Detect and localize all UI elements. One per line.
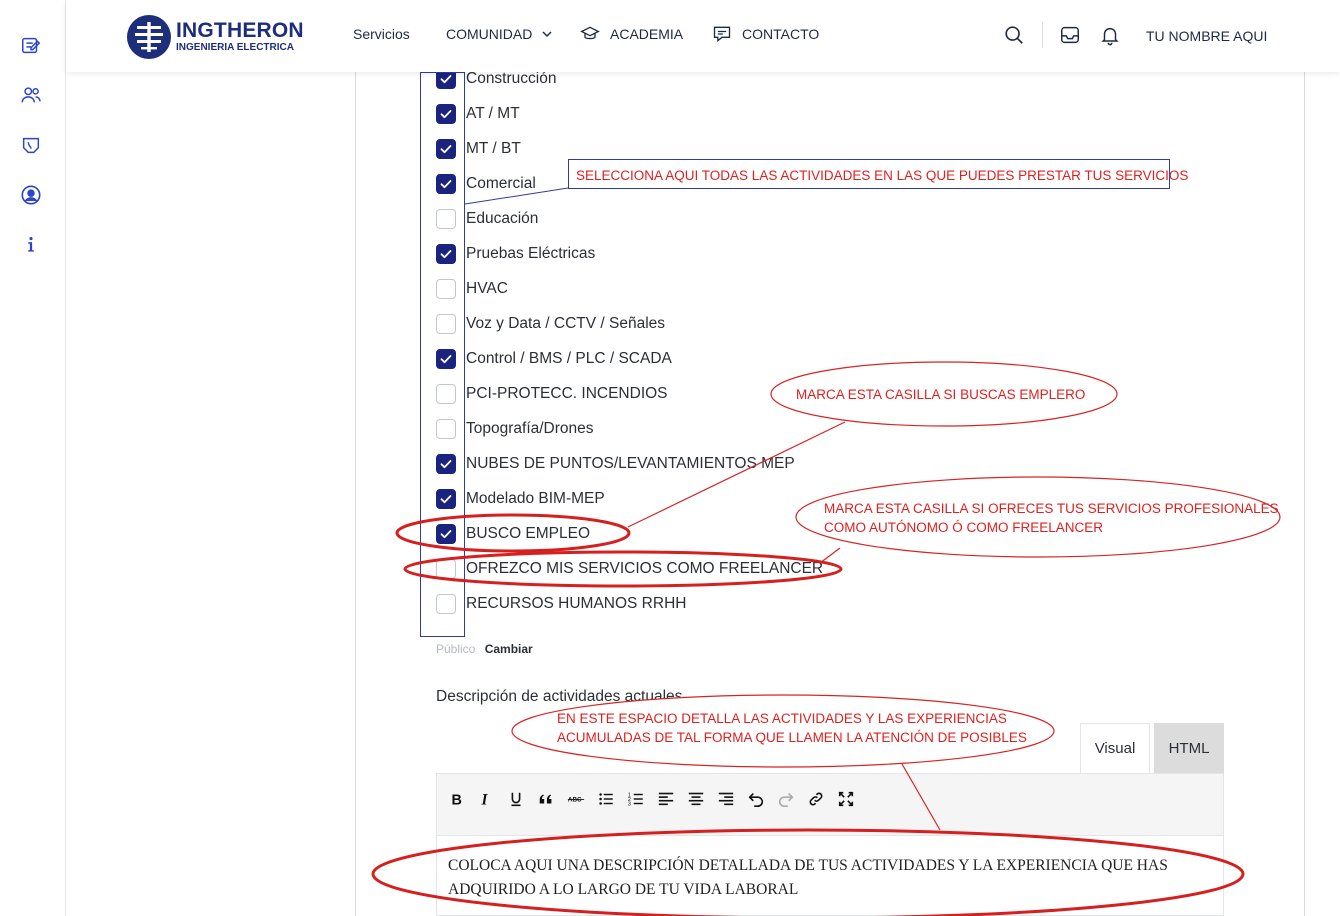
align-center-icon[interactable] xyxy=(685,788,707,810)
activity-label: NUBES DE PUNTOS/LEVANTAMIENTOS MEP xyxy=(466,455,795,472)
inbox-icon[interactable] xyxy=(1059,24,1081,46)
activity-label: Voz y Data / CCTV / Señales xyxy=(466,315,666,332)
header-divider xyxy=(1042,22,1043,48)
align-right-icon[interactable] xyxy=(715,788,737,810)
editor-content[interactable]: COLOCA AQUI UNA DESCRIPCIÓN DETALLADA DE… xyxy=(448,854,1218,902)
link-icon[interactable] xyxy=(805,788,827,810)
activity-label: OFREZCO MIS SERVICIOS COMO FREELANCER xyxy=(466,560,824,577)
activity-option[interactable]: PCI-PROTECC. INCENDIOS xyxy=(436,383,668,405)
activity-label: RECURSOS HUMANOS RRHH xyxy=(466,595,687,612)
redo-icon[interactable] xyxy=(775,788,797,810)
nav-servicios[interactable]: Servicios xyxy=(353,26,410,42)
user-circle-icon[interactable] xyxy=(19,183,43,207)
strikethrough-icon[interactable]: ABC xyxy=(565,788,587,810)
activity-label: MT / BT xyxy=(466,140,521,157)
freelance-annotation-line1: MARCA ESTA CASILLA SI OFRECES TUS SERVIC… xyxy=(824,501,1279,516)
nav-contacto[interactable]: CONTACTO xyxy=(712,24,819,44)
tooth-icon[interactable] xyxy=(19,133,43,157)
fullscreen-icon[interactable] xyxy=(835,788,857,810)
activity-label: Modelado BIM-MEP xyxy=(466,490,605,507)
description-editor[interactable]: B I ABC 123 COLOCA AQUI UNA DESCRIPCIÓN … xyxy=(436,773,1224,916)
underline-icon[interactable] xyxy=(505,788,527,810)
svg-text:I: I xyxy=(481,791,489,808)
select-all-annotation: SELECCIONA AQUI TODAS LAS ACTIVIDADES EN… xyxy=(576,168,1189,183)
activity-label: Pruebas Eléctricas xyxy=(466,245,596,262)
activity-option[interactable]: OFREZCO MIS SERVICIOS COMO FREELANCER xyxy=(436,558,823,580)
logo-subtitle: INGENIERIA ELECTRICA xyxy=(176,42,294,53)
logo-mark-icon xyxy=(127,15,171,59)
numbered-list-icon[interactable]: 123 xyxy=(625,788,647,810)
detail-annotation-line2: ACUMULADAS DE TAL FORMA QUE LLAMEN LA AT… xyxy=(557,730,1027,745)
activity-label: PCI-PROTECC. INCENDIOS xyxy=(466,385,668,402)
svg-text:3: 3 xyxy=(628,801,631,807)
logo-name: INGTHERON xyxy=(176,19,304,42)
left-sidebar xyxy=(0,0,66,916)
checkbox-highlight-box xyxy=(420,72,465,637)
users-icon[interactable] xyxy=(19,83,43,107)
chat-bubble-icon xyxy=(713,26,731,43)
activity-option[interactable]: RECURSOS HUMANOS RRHH xyxy=(436,593,686,615)
tab-visual[interactable]: Visual xyxy=(1080,723,1150,773)
activity-option[interactable]: Voz y Data / CCTV / Señales xyxy=(436,313,665,335)
bullet-list-icon[interactable] xyxy=(595,788,617,810)
activity-option[interactable]: Control / BMS / PLC / SCADA xyxy=(436,348,672,370)
activity-option[interactable]: NUBES DE PUNTOS/LEVANTAMIENTOS MEP xyxy=(436,453,795,475)
job-search-annotation: MARCA ESTA CASILLA SI BUSCAS EMPLERO xyxy=(796,387,1086,402)
detail-annotation-line1: EN ESTE ESPACIO DETALLA LAS ACTIVIDADES … xyxy=(557,711,1007,726)
nav-academia-label: ACADEMIA xyxy=(610,26,684,42)
activity-label: BUSCO EMPLEO xyxy=(466,525,591,542)
nav-contacto-label: CONTACTO xyxy=(742,26,820,42)
visibility-label: Público xyxy=(436,642,476,656)
user-name[interactable]: TU NOMBRE AQUI xyxy=(1146,28,1267,44)
tab-html[interactable]: HTML xyxy=(1154,723,1224,773)
nav-comunidad[interactable]: COMUNIDAD xyxy=(446,26,553,42)
nav-servicios-label: Servicios xyxy=(353,26,410,42)
description-label: Descripción de actividades actuales... xyxy=(436,688,696,705)
nav-comunidad-label: COMUNIDAD xyxy=(446,26,533,42)
field-visibility: Público Cambiar xyxy=(436,642,533,656)
italic-icon[interactable]: I xyxy=(475,788,497,810)
nav-academia[interactable]: ACADEMIA xyxy=(580,24,683,44)
activity-label: Comercial xyxy=(466,175,536,192)
blockquote-icon[interactable] xyxy=(535,788,557,810)
change-visibility-link[interactable]: Cambiar xyxy=(485,642,533,656)
activity-label: HVAC xyxy=(466,280,508,297)
search-icon[interactable] xyxy=(1003,24,1025,46)
editor-toolbar: B I ABC 123 xyxy=(437,774,1223,836)
activity-label: Construcción xyxy=(466,70,557,87)
undo-icon[interactable] xyxy=(745,788,767,810)
activity-label: Control / BMS / PLC / SCADA xyxy=(466,350,672,367)
activity-label: AT / MT xyxy=(466,105,520,122)
activity-label: Topografía/Drones xyxy=(466,420,594,437)
activity-label: Educación xyxy=(466,210,539,227)
bell-icon[interactable] xyxy=(1099,24,1121,46)
freelance-annotation-line2: COMO AUTÓNOMO Ó COMO FREELANCER xyxy=(824,520,1104,535)
chevron-down-icon xyxy=(542,31,552,38)
brand-logo[interactable]: INGTHERON INGENIERIA ELECTRICA xyxy=(126,14,304,60)
bold-icon[interactable]: B xyxy=(445,788,467,810)
top-header: INGTHERON INGENIERIA ELECTRICA Servicios… xyxy=(66,0,1340,72)
edit-document-icon[interactable] xyxy=(19,33,43,57)
info-icon[interactable] xyxy=(19,233,43,257)
graduation-cap-icon xyxy=(580,26,600,40)
svg-text:ABC: ABC xyxy=(568,797,582,804)
svg-text:B: B xyxy=(452,792,462,808)
align-left-icon[interactable] xyxy=(655,788,677,810)
